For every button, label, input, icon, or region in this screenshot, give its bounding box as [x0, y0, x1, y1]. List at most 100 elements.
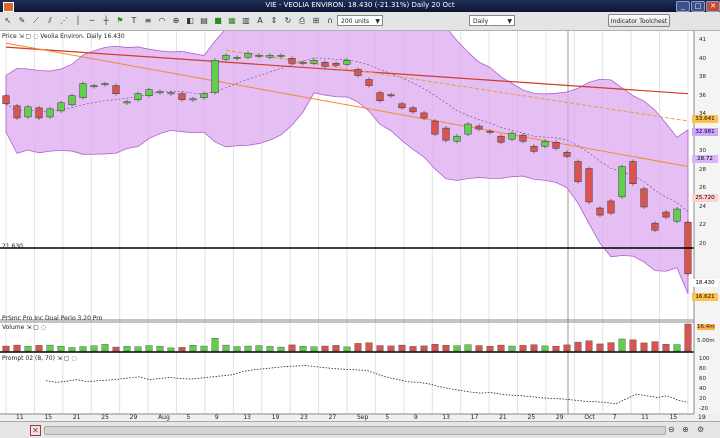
green-box-icon[interactable]: ■ [213, 15, 223, 26]
refresh-icon[interactable]: ↻ [283, 15, 293, 26]
candle [431, 120, 439, 135]
table-icon[interactable]: ▥ [241, 15, 251, 26]
candle [255, 54, 263, 57]
volume-bar [673, 344, 681, 352]
fibonacci-icon[interactable]: ≡ [143, 15, 153, 26]
volume-bar [299, 346, 307, 352]
candle [332, 63, 340, 66]
horizontal-line-icon[interactable]: ─ [87, 15, 97, 26]
price-marker: 32.981 [692, 128, 718, 136]
close-chart-icon[interactable]: ✕ [30, 425, 41, 436]
candle [343, 60, 351, 65]
volume-bar [398, 344, 406, 352]
minimize-button[interactable]: _ [676, 1, 690, 12]
chevron-down-icon: ▼ [375, 18, 380, 25]
flag-icon[interactable]: ⚑ [115, 15, 125, 26]
candle [200, 93, 208, 98]
candle [189, 98, 197, 101]
magnet-icon[interactable]: ∩ [325, 15, 335, 26]
green-lines-icon[interactable]: ▦ [227, 15, 237, 26]
oscillator-axis-tick: 40 [699, 386, 706, 392]
candle [365, 79, 373, 86]
candle [530, 146, 538, 152]
volume-bar [145, 345, 153, 352]
chevron-down-icon: ▼ [507, 18, 512, 25]
pane-tools-icon[interactable]: ⇲ ▢ ◌ [57, 355, 77, 362]
zoom-icon[interactable]: ⊕ [171, 15, 181, 26]
settings-icon[interactable]: ⚙ [697, 425, 704, 434]
candle [563, 152, 571, 157]
candle [178, 93, 186, 101]
price-axis-tick: 36 [699, 92, 706, 99]
arc-icon[interactable]: ◠ [157, 15, 167, 26]
crosshair-icon[interactable]: ┼ [101, 15, 111, 26]
candle [486, 130, 494, 133]
indicator-toolchest-button[interactable]: Indicator Toolchest [608, 14, 670, 27]
pane-tools-icon[interactable]: ⇲ ▢ ◌ [26, 324, 46, 331]
candle [35, 107, 43, 119]
volume-bar [310, 346, 318, 352]
date-axis-tick: 21 [499, 414, 507, 421]
candle [541, 140, 549, 147]
volume-bar [464, 344, 472, 352]
volume-bar [211, 337, 219, 352]
grid-icon[interactable]: ⊞ [311, 15, 321, 26]
candle [79, 83, 87, 98]
candle [519, 134, 527, 142]
candle [13, 105, 21, 119]
date-axis-tick: 7 [612, 414, 617, 421]
oscillator-pane-header: Prompt 02 (8, 70) ⇲ ▢ ◌ [2, 354, 77, 363]
parallel-lines-icon[interactable]: ⫽ [45, 15, 55, 26]
price-pane-header: Price ⇲ ▢ ◌ Veolia Environ. Daily 16.430 [2, 32, 125, 41]
candle [651, 222, 659, 231]
candle [244, 52, 252, 58]
pencil-icon[interactable]: ✎ [17, 15, 27, 26]
close-button[interactable]: ✕ [706, 1, 720, 12]
select-arrow-icon[interactable]: ↖ [3, 15, 13, 26]
price-low-label-wrap: 21.630 [2, 242, 23, 251]
status-bar: ✕ ⊖ ⊕ ⚙ [0, 421, 720, 438]
price-legend: Veolia Environ. Daily 16.430 [40, 33, 125, 40]
candle [640, 188, 648, 208]
candle [112, 85, 120, 94]
trendline-icon[interactable]: ⟋ [31, 15, 41, 26]
volume-bar [497, 344, 505, 352]
maximize-button[interactable]: □ [691, 1, 705, 12]
pane-tools-icon[interactable]: ⇲ ▢ ◌ [19, 33, 41, 40]
candle [629, 161, 637, 184]
zoom-out-icon[interactable]: ⊖ [668, 425, 675, 434]
chart-toolbar: ↖ ✎ ⟋ ⫽ ⋰ │ ─ ┼ ⚑ T ≡ ◠ ⊕ ◧ ▤ ■ ▦ ▥ A ⇕ … [0, 12, 720, 31]
candle [497, 135, 505, 143]
vertical-line-icon[interactable]: │ [73, 15, 83, 26]
volume-bar [343, 346, 351, 352]
date-axis-tick: 25 [527, 414, 536, 421]
date-axis-tick: Oct [584, 414, 595, 421]
period-select[interactable]: Daily ▼ [469, 15, 515, 26]
print-icon[interactable]: ⎙ [297, 15, 307, 26]
date-axis-tick: Sep [357, 414, 369, 421]
candle [662, 211, 670, 218]
volume-bar [68, 347, 76, 352]
volume-bar [442, 345, 450, 352]
eraser-icon[interactable]: ◧ [185, 15, 195, 26]
date-axis-tick: 9 [214, 414, 219, 421]
layers-icon[interactable]: ▤ [199, 15, 209, 26]
cursor-text-icon[interactable]: T [129, 15, 139, 26]
candle [310, 60, 318, 64]
candle [585, 168, 593, 203]
price-axis-tick: 26 [699, 185, 706, 191]
channel-icon[interactable]: ⋰ [59, 15, 69, 26]
horizontal-scrollbar[interactable] [44, 426, 666, 435]
zoom-in-icon[interactable]: ⊕ [682, 425, 689, 434]
candle [46, 108, 54, 118]
text-icon[interactable]: A [255, 15, 265, 26]
date-axis-tick: 5 [385, 414, 390, 421]
candle [101, 83, 109, 86]
volume-bar [409, 346, 417, 352]
candle [552, 141, 560, 149]
window-title-bar: VIE - VEOLIA ENVIRON. 18.430 (-21.31%) D… [0, 0, 720, 12]
units-value: 200 units [341, 18, 370, 25]
scale-icon[interactable]: ⇕ [269, 15, 279, 26]
date-axis-tick: 29 [129, 414, 138, 421]
units-select[interactable]: 200 units ▼ [337, 15, 383, 26]
